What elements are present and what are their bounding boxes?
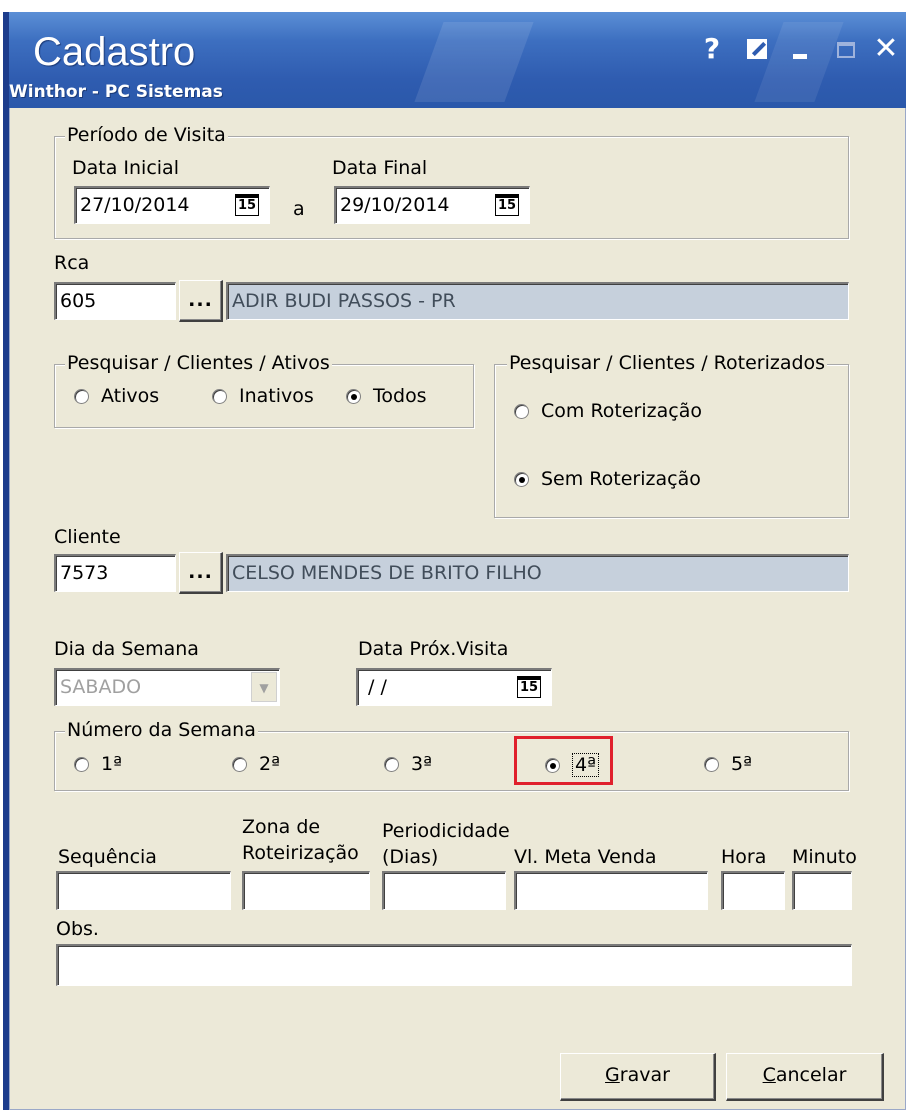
- dia-semana-label: Dia da Semana: [54, 638, 199, 660]
- rca-name-field: ADIR BUDI PASSOS - PR: [226, 282, 849, 320]
- hora-field[interactable]: [721, 871, 785, 910]
- cliente-name-value: CELSO MENDES DE BRITO FILHO: [232, 562, 542, 584]
- radio-circle: [212, 388, 227, 404]
- sequencia-field[interactable]: [56, 871, 231, 910]
- zona-field[interactable]: [242, 871, 370, 910]
- chevron-down-icon[interactable]: ▼: [251, 672, 277, 702]
- calendar-icon[interactable]: 15: [495, 194, 519, 216]
- radio-label: Sem Roterização: [541, 468, 701, 490]
- cancelar-accesskey: C: [762, 1064, 776, 1086]
- meta-venda-field[interactable]: [514, 871, 708, 910]
- edit-icon[interactable]: [742, 32, 772, 66]
- radio-circle: [514, 403, 529, 419]
- radio-label: Com Roterização: [541, 400, 702, 422]
- radio-semana-2[interactable]: 2ª: [232, 753, 280, 775]
- cliente-search-button[interactable]: ...: [179, 552, 223, 594]
- ativos-group-title: Pesquisar / Clientes / Ativos: [65, 352, 332, 374]
- roterizados-group-title: Pesquisar / Clientes / Roterizados: [507, 352, 828, 374]
- obs-label: Obs.: [56, 918, 99, 940]
- radio-inativos[interactable]: Inativos: [212, 385, 314, 407]
- data-prox-visita-value: / /: [368, 676, 387, 698]
- dia-semana-select[interactable]: SABADO ▼: [54, 668, 280, 706]
- radio-circle: [384, 756, 399, 772]
- radio-label: Todos: [373, 385, 427, 407]
- rca-code-field[interactable]: 605: [54, 282, 176, 320]
- data-inicial-value: 27/10/2014: [80, 194, 190, 216]
- numero-semana-title: Número da Semana: [65, 719, 258, 741]
- radio-circle: [232, 756, 247, 772]
- periodicidade-field[interactable]: [382, 871, 506, 910]
- data-inicial-label: Data Inicial: [72, 157, 179, 179]
- radio-semana-1[interactable]: 1ª: [74, 753, 122, 775]
- radio-circle: [74, 756, 89, 772]
- close-button[interactable]: ✕: [871, 32, 901, 66]
- radio-label: 2ª: [259, 753, 281, 775]
- data-final-field[interactable]: 29/10/2014 15: [334, 186, 530, 224]
- rca-label: Rca: [54, 252, 90, 274]
- data-prox-visita-label: Data Próx.Visita: [358, 638, 509, 660]
- cancelar-label: ancelar: [775, 1064, 847, 1086]
- radio-com-roterizacao[interactable]: Com Roterização: [514, 400, 702, 422]
- periodicidade-label-line1: Periodicidade: [382, 820, 510, 842]
- calendar-icon[interactable]: 15: [517, 676, 541, 698]
- obs-field[interactable]: [56, 944, 852, 986]
- radio-circle-selected: [346, 388, 361, 404]
- data-prox-visita-field[interactable]: / / 15: [356, 668, 552, 706]
- minuto-label: Minuto: [792, 846, 857, 868]
- radio-ativos[interactable]: Ativos: [74, 385, 159, 407]
- minuto-field[interactable]: [792, 871, 852, 910]
- roterizados-group: Pesquisar / Clientes / Roterizados: [494, 352, 849, 518]
- radio-label: 3ª: [411, 753, 433, 775]
- title-bar[interactable]: Cadastro Winthor - PC Sistemas ? ✕: [9, 12, 906, 108]
- cliente-code-field[interactable]: 7573: [54, 554, 176, 592]
- radio-todos[interactable]: Todos: [346, 385, 427, 407]
- calendar-icon[interactable]: 15: [235, 194, 259, 216]
- date-range-separator: a: [293, 198, 305, 220]
- title-bar-decoration: [414, 22, 534, 102]
- radio-label: 5ª: [731, 753, 753, 775]
- periodo-visita-title: Período de Visita: [65, 124, 228, 146]
- hora-label: Hora: [721, 846, 767, 868]
- radio-semana-3[interactable]: 3ª: [384, 753, 432, 775]
- cliente-code-value: 7573: [60, 562, 109, 584]
- radio-label: Inativos: [239, 385, 314, 407]
- zona-label-line2: Roteirização: [242, 842, 359, 864]
- highlight-box: [514, 736, 613, 785]
- gravar-button[interactable]: Gravar: [560, 1053, 716, 1101]
- radio-sem-roterizacao[interactable]: Sem Roterização: [514, 468, 701, 490]
- rca-search-button[interactable]: ...: [179, 280, 223, 322]
- dia-semana-value: SABADO: [60, 676, 142, 698]
- gravar-label: ravar: [619, 1064, 670, 1086]
- periodicidade-label-line2: (Dias): [382, 846, 439, 868]
- window-subtitle: Winthor - PC Sistemas: [9, 82, 223, 102]
- minimize-button[interactable]: [787, 32, 813, 66]
- meta-venda-label: Vl. Meta Venda: [514, 846, 657, 868]
- rca-code-value: 605: [60, 290, 97, 312]
- window-title: Cadastro: [33, 30, 196, 74]
- radio-semana-5[interactable]: 5ª: [704, 753, 752, 775]
- data-final-label: Data Final: [332, 157, 428, 179]
- maximize-button[interactable]: [831, 32, 861, 66]
- data-final-value: 29/10/2014: [340, 194, 450, 216]
- sequencia-label: Sequência: [58, 846, 157, 868]
- help-button[interactable]: ?: [697, 32, 727, 66]
- gravar-accesskey: G: [605, 1064, 620, 1086]
- radio-circle: [74, 388, 89, 404]
- rca-name-value: ADIR BUDI PASSOS - PR: [232, 290, 456, 312]
- cancelar-button[interactable]: Cancelar: [726, 1053, 884, 1101]
- radio-circle: [704, 756, 719, 772]
- data-inicial-field[interactable]: 27/10/2014 15: [74, 186, 270, 224]
- zona-label-line1: Zona de: [242, 816, 321, 838]
- cliente-label: Cliente: [54, 526, 121, 548]
- radio-circle-selected: [514, 471, 529, 487]
- radio-label: Ativos: [101, 385, 160, 407]
- cliente-name-field: CELSO MENDES DE BRITO FILHO: [226, 554, 849, 592]
- radio-label: 1ª: [101, 753, 123, 775]
